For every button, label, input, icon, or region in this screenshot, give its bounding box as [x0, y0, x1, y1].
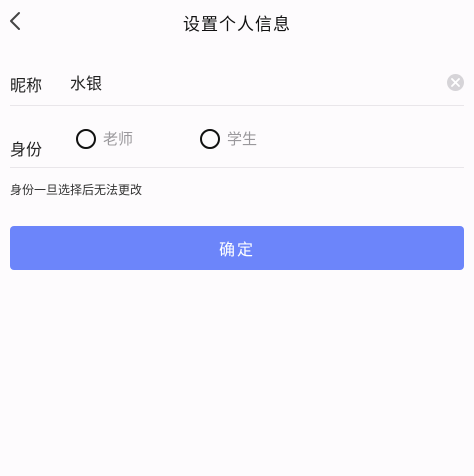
- page-title: 设置个人信息: [183, 15, 291, 35]
- clear-button[interactable]: [447, 74, 464, 91]
- radio-label-teacher: 老师: [103, 130, 134, 148]
- radio-label-student: 学生: [227, 130, 258, 148]
- nickname-row: 昵称: [10, 62, 464, 105]
- radio-circle-icon[interactable]: [200, 128, 220, 149]
- divider: [10, 167, 464, 168]
- identity-hint: 身份一旦选择后无法更改: [10, 183, 143, 197]
- radio-option-student[interactable]: 学生: [200, 128, 257, 149]
- header-bar: 设置个人信息: [0, 0, 474, 42]
- clear-circle-icon: [451, 78, 460, 87]
- nickname-label: 昵称: [10, 76, 43, 95]
- identity-label: 身份: [10, 140, 43, 159]
- divider: [10, 105, 464, 106]
- nickname-input[interactable]: [70, 68, 430, 96]
- radio-circle-icon[interactable]: [76, 128, 96, 149]
- identity-row: 身份 老师 学生: [10, 120, 464, 166]
- confirm-button[interactable]: 确定: [10, 226, 464, 270]
- radio-option-teacher[interactable]: 老师: [76, 128, 133, 149]
